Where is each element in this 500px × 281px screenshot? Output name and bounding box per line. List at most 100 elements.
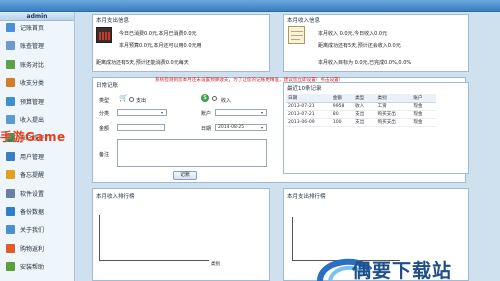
date-label: 日期 [201,126,212,132]
table-row[interactable]: 2013-07-21 80 支出 购买支出 现金 [286,110,436,119]
income-line-1: 本月收入 0.0元,今日收入0.0元 [318,31,388,37]
sidebar-item[interactable]: 记账首页 [2,22,72,33]
table-cell: 2013-06-09 [286,118,331,127]
amount-label: 金额 [99,126,110,132]
sidebar-item[interactable]: 账务对比 [2,59,72,70]
sidebar-item[interactable]: 收支分类 [2,77,72,88]
expense-info-title: 本月支出信息 [96,18,130,24]
recent-records-table: 日期 金额 类型 类别 账户 2013-07-21 9958 收入 工资 现金 2013-… [286,94,436,127]
income-option-label: 收入 [221,98,232,104]
table-row[interactable]: 2013-07-21 9958 收入 工资 现金 [286,102,436,111]
note-label: 备注 [99,152,110,158]
table-cell: 现金 [411,102,436,111]
backup-icon [6,207,15,216]
account-select[interactable]: ▾ [215,109,267,116]
type-label: 类型 [99,98,110,104]
sidebar-item-label: 备忘提醒 [20,172,45,180]
income-radio[interactable] [212,96,217,101]
watermark-left: 手游Game [0,130,66,144]
sidebar-item-label: 用户管理 [20,153,45,161]
expense-radio[interactable] [129,97,134,102]
settings-icon [6,188,15,198]
account-label: 账户 [201,111,212,117]
date-input[interactable]: 2014-08-25 ▾ [215,124,267,131]
date-value: 2014-08-25 [218,125,245,130]
table-cell: 2013-07-21 [286,110,331,119]
recent-records-title: 最近10条记录 [287,86,322,92]
amount-input[interactable] [117,124,165,131]
expense-line-2: 本月预算0.0元,本月还可以用0.0元用 [119,43,202,49]
table-header-row: 日期 金额 类型 类别 账户 [286,94,436,103]
income-chart-axis-label: 类别 [211,262,220,267]
sidebar-item-label: 购物返利 [20,245,45,253]
sidebar-item[interactable]: 关于我们 [2,224,72,235]
sidebar-item-label: 收入提出 [20,117,45,124]
cart-icon [6,243,15,253]
table-row[interactable]: 2013-06-09 100 支出 购买支出 现金 [286,118,436,127]
about-icon [6,225,15,235]
watermark-right: 偶要下载站 [352,260,453,281]
sidebar-item[interactable]: 安装帮助 [2,261,72,272]
ledger-icon [6,41,15,51]
category-icon [6,78,15,88]
income-ranking-title: 本月收入排行榜 [96,194,135,200]
table-cell: 购买支出 [375,118,412,127]
table-cell: 支出 [353,110,376,119]
sidebar-item-label: 账查管理 [20,43,45,51]
column-header: 金额 [330,94,354,103]
table-cell: 80 [330,110,354,119]
cart-icon: 🛒 [119,94,128,102]
table-cell: 支出 [353,118,376,127]
sidebar-item-label: 备份数据 [20,209,45,216]
table-cell: 收入 [353,102,376,111]
sidebar-item-label: 收支分类 [20,80,45,88]
expense-ranking-title: 本月支出排行榜 [287,194,326,200]
table-cell: 100 [330,118,354,127]
calendar-icon [96,27,112,43]
category-select[interactable]: ▾ [117,109,167,116]
table-cell: 现金 [411,110,436,119]
sidebar-item-label: 记账首页 [20,25,45,32]
table-cell: 2013-07-21 [286,102,331,111]
notepad-icon [288,26,305,44]
sidebar-item[interactable]: 用户管理 [2,151,72,162]
income-info-title: 本月收入信息 [287,18,321,24]
compare-icon [6,59,15,69]
sidebar-item[interactable]: 收入提出 [2,114,72,125]
memo-icon [6,170,15,180]
home-icon [6,23,15,32]
chevron-down-icon: ▾ [261,125,264,130]
sidebar-item-label: 预算管理 [20,98,45,106]
expense-line-3: 距离成功还有5天,预计还能消费0.0元每天 [96,60,189,66]
sidebar-item-label: 软件设置 [20,190,45,198]
expense-info-panel: 本月支出信息 今日已消费0.0元,本月已消费0.0元 本月预算0.0元,本月还可… [92,14,270,72]
budget-icon [6,96,15,106]
chevron-down-icon: ▾ [261,110,264,115]
sidebar-title: admin [0,12,74,21]
column-header: 类别 [375,94,412,103]
table-cell: 工资 [375,102,412,111]
sidebar-item[interactable]: 预算管理 [2,96,72,107]
sidebar-item[interactable]: 账查管理 [2,40,72,51]
sidebar-item[interactable]: 软件设置 [2,188,72,199]
user-icon [6,151,15,161]
note-textarea[interactable] [117,139,267,167]
column-header: 类型 [353,94,376,103]
expense-line-1: 今日已消费0.0元,本月已消费0.0元 [119,31,197,37]
income-line-3: 本月收入目标为 0.0元,已完成0.0%,0.0% [318,60,412,66]
sidebar-item[interactable]: 备忘提醒 [2,169,72,180]
income-ranking-panel: 本月收入排行榜 类别 [92,188,270,281]
submit-record-button[interactable]: 记账 [173,171,197,180]
column-header: 日期 [286,94,331,103]
expense-option-label: 支出 [136,98,147,104]
column-header: 账户 [411,94,436,103]
app-title-bar [0,0,500,12]
chevron-down-icon: ▾ [161,110,164,115]
table-cell: 现金 [411,118,436,127]
sidebar-item[interactable]: 购物返利 [2,243,72,254]
sidebar-item[interactable]: 备份数据 [2,206,72,217]
sidebar-item-label: 账务对比 [20,61,45,69]
recent-records-panel: 最近10条记录 日期 金额 类型 类别 账户 2013-07-21 9958 收入工… [283,82,469,174]
income-line-2: 距离成功还有5天,预计还会收入0.0元 [318,43,401,49]
table-cell: 购买支出 [375,110,412,119]
